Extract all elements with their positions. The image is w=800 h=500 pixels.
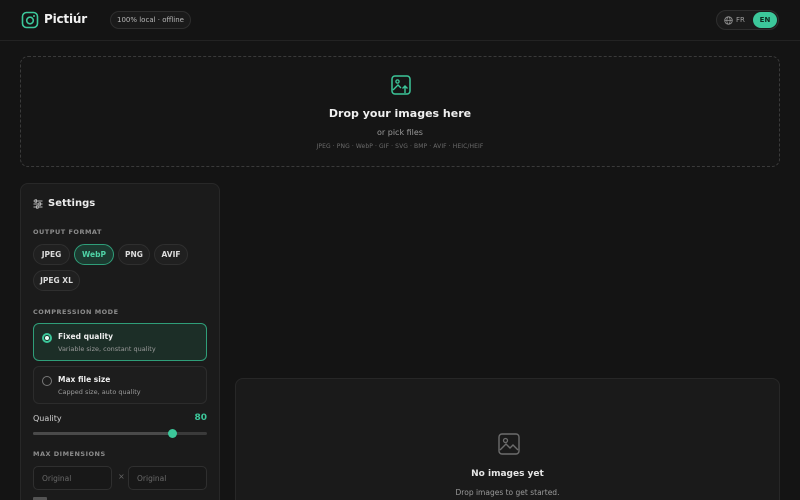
format-jpeg-button[interactable]: JPEG bbox=[33, 244, 70, 265]
image-dropzone[interactable]: Drop your images here or pick files JPEG… bbox=[20, 56, 780, 167]
lang-en-option[interactable]: EN bbox=[753, 12, 777, 28]
mode-title: Fixed quality bbox=[58, 332, 113, 341]
max-width-input[interactable] bbox=[33, 466, 112, 490]
mode-subtitle: Variable size, constant quality bbox=[58, 345, 156, 353]
app-header: Pictiúr 100% local · offline FR EN bbox=[0, 0, 800, 41]
compression-mode-label: COMPRESSION MODE bbox=[33, 308, 119, 316]
max-height-input[interactable] bbox=[128, 466, 207, 490]
dropzone-title: Drop your images here bbox=[328, 107, 472, 120]
mode-fixed-quality[interactable]: Fixed quality Variable size, constant qu… bbox=[33, 323, 207, 361]
quality-slider[interactable] bbox=[33, 429, 207, 438]
sliders-icon bbox=[33, 199, 43, 209]
image-icon bbox=[498, 433, 520, 455]
globe-icon bbox=[724, 16, 733, 25]
radio-checked[interactable] bbox=[42, 333, 52, 343]
slider-thumb[interactable] bbox=[167, 429, 177, 438]
language-switcher[interactable]: FR EN bbox=[716, 10, 779, 30]
empty-state-subtitle: Drop images to get started. bbox=[455, 488, 560, 497]
format-png-button[interactable]: PNG bbox=[118, 244, 150, 265]
empty-state-title: No images yet bbox=[471, 469, 544, 479]
mode-max-file-size[interactable]: Max file size Capped size, auto quality bbox=[33, 366, 207, 404]
quality-value: 80 bbox=[194, 413, 207, 423]
slider-fill bbox=[33, 432, 173, 435]
format-webp-button[interactable]: WebP bbox=[74, 244, 114, 265]
settings-panel: Settings OUTPUT FORMAT JPEG WebP PNG AVI… bbox=[20, 183, 220, 500]
empty-state-panel: No images yet Drop images to get started… bbox=[235, 378, 780, 500]
lang-fr-option[interactable]: FR bbox=[736, 16, 745, 24]
app-name: Pictiúr bbox=[44, 12, 87, 26]
mode-title: Max file size bbox=[58, 375, 111, 384]
output-format-label: OUTPUT FORMAT bbox=[33, 228, 102, 236]
dimension-separator: × bbox=[118, 472, 125, 481]
image-upload-icon bbox=[391, 75, 411, 95]
radio-unchecked[interactable] bbox=[42, 376, 52, 386]
mode-subtitle: Capped size, auto quality bbox=[58, 388, 141, 396]
format-avif-button[interactable]: AVIF bbox=[154, 244, 188, 265]
camera-logo-icon bbox=[21, 11, 39, 29]
max-dimensions-label: MAX DIMENSIONS bbox=[33, 450, 106, 458]
offline-badge: 100% local · offline bbox=[110, 11, 191, 29]
settings-title: Settings bbox=[48, 198, 96, 209]
format-jpegxl-button[interactable]: JPEG XL bbox=[33, 270, 80, 291]
quality-label: Quality bbox=[33, 414, 62, 423]
supported-formats: JPEG · PNG · WebP · GIF · SVG · BMP · AV… bbox=[316, 143, 484, 150]
pick-files-link[interactable]: or pick files bbox=[21, 128, 779, 137]
